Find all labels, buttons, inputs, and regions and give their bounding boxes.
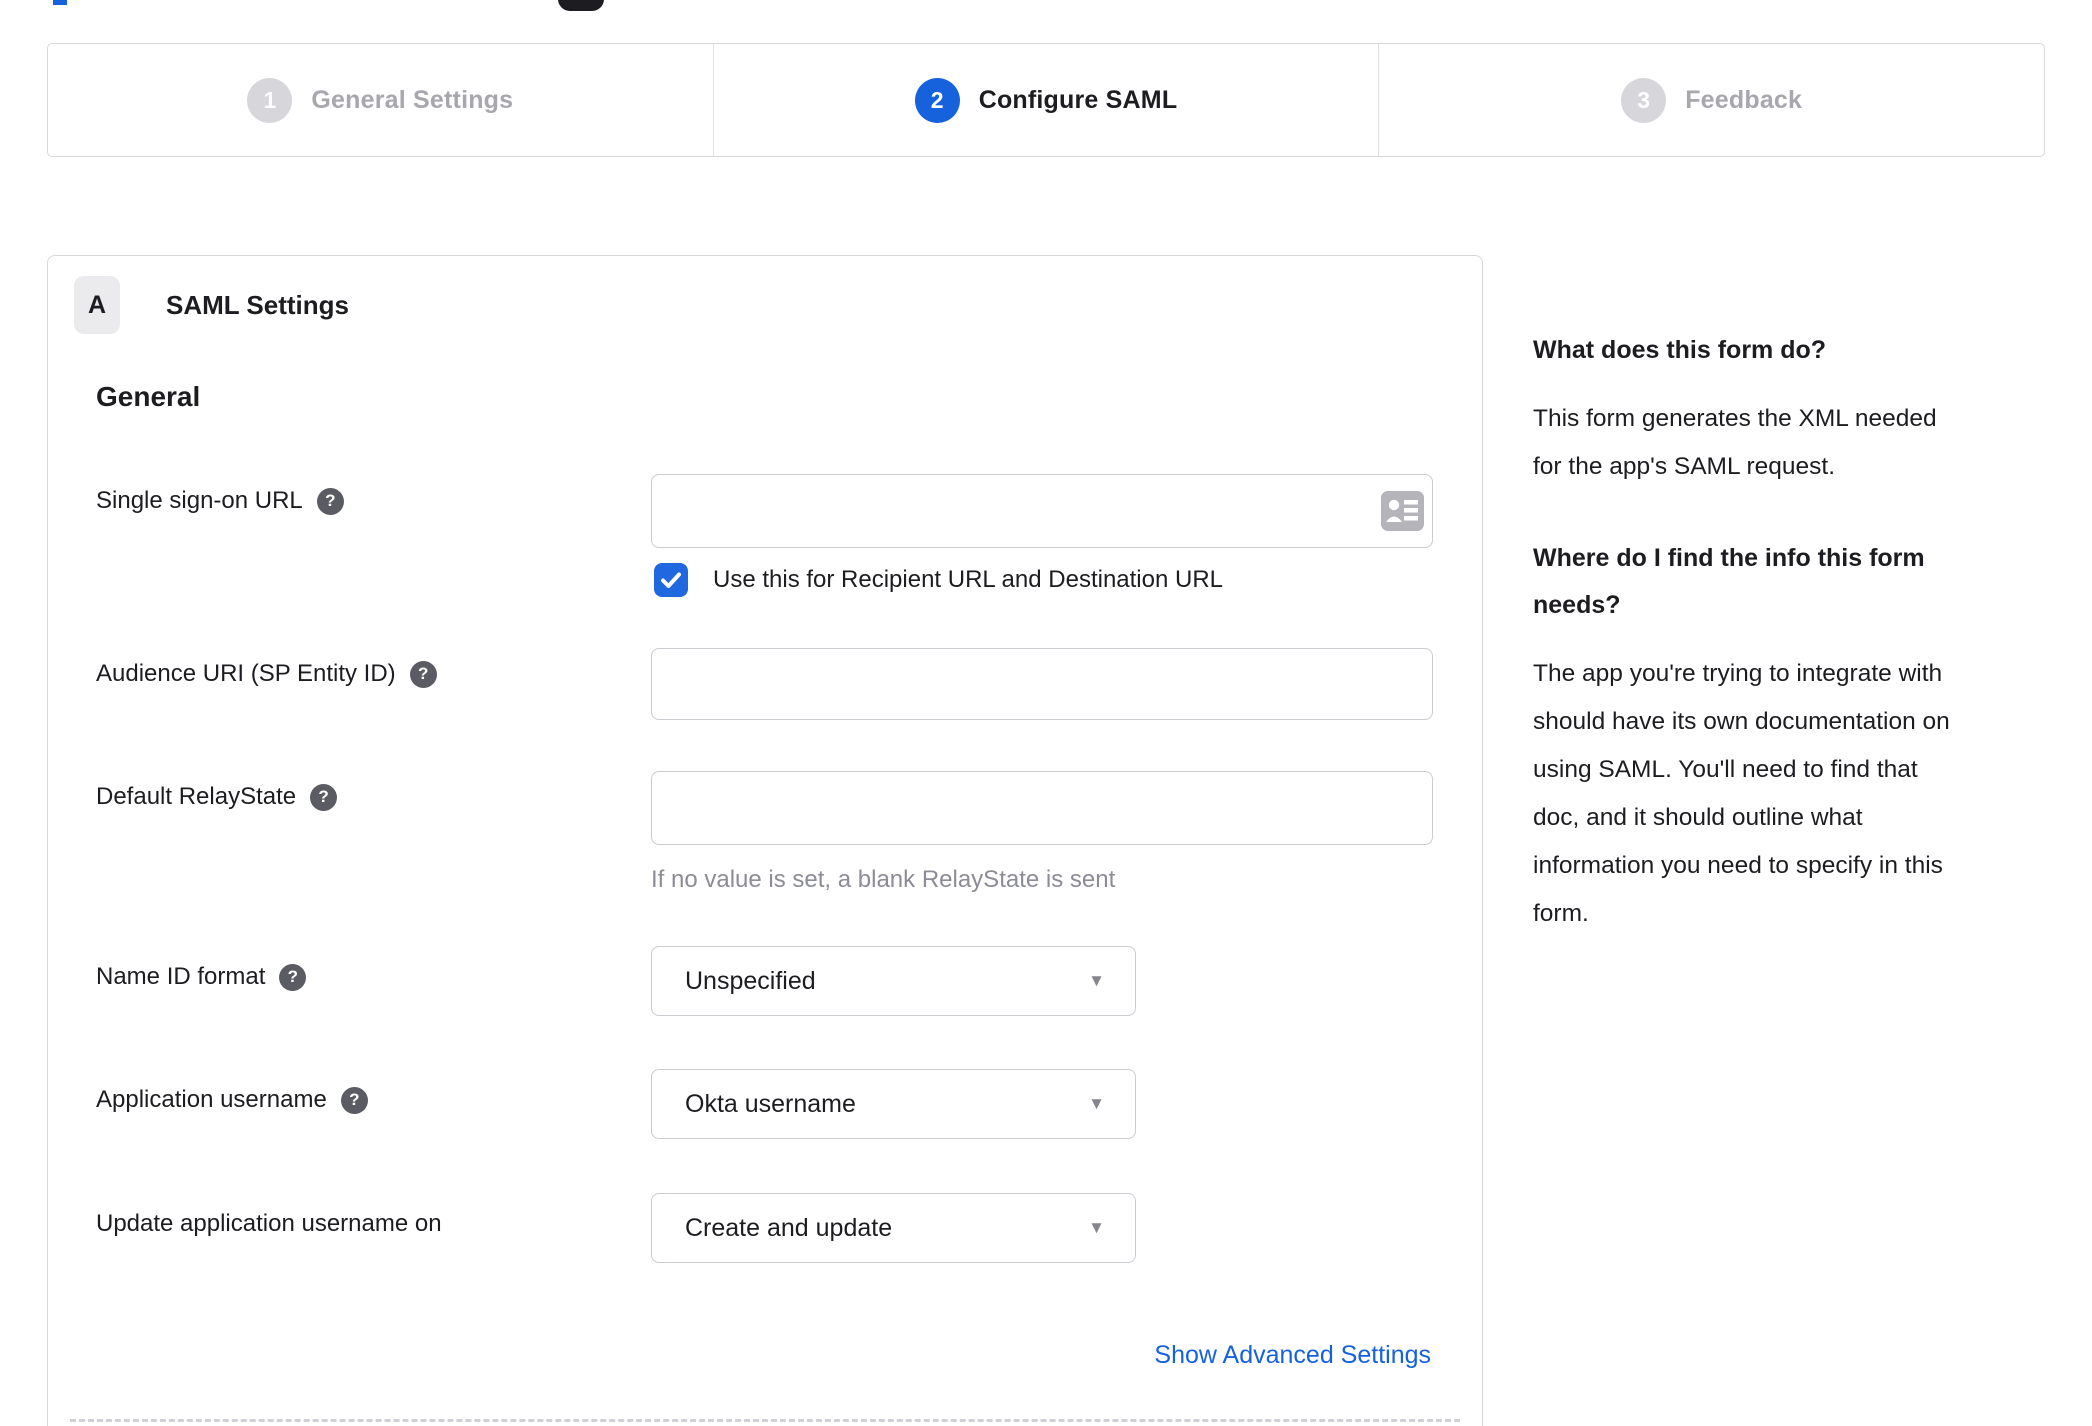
- application-username-select[interactable]: Okta username ▼: [651, 1069, 1136, 1139]
- contact-card-icon[interactable]: [1381, 491, 1424, 531]
- sso-url-label: Single sign-on URL ?: [96, 487, 344, 515]
- page-title-fragment-dark: [558, 0, 604, 11]
- help-icon[interactable]: ?: [340, 1086, 368, 1114]
- recipient-url-checkbox-label: Use this for Recipient URL and Destinati…: [713, 566, 1224, 593]
- step-3-label: Feedback: [1685, 85, 1803, 114]
- help-sidebar: What does this form do? This form genera…: [1533, 327, 2021, 938]
- step-1-badge: 1: [247, 77, 293, 123]
- help-heading-where: Where do I find the info this form needs…: [1533, 544, 1925, 619]
- update-app-username-value: Create and update: [685, 1213, 893, 1242]
- section-a-badge: A: [74, 276, 120, 334]
- help-paragraph-where: The app you're trying to integrate with …: [1533, 660, 1950, 927]
- saml-settings-panel: A SAML Settings General Single sign-on U…: [47, 255, 1483, 1426]
- audience-uri-label: Audience URI (SP Entity ID) ?: [96, 660, 437, 688]
- relaystate-helper-text: If no value is set, a blank RelayState i…: [651, 866, 1116, 893]
- step-general-settings: 1 General Settings: [48, 44, 713, 156]
- name-id-format-label: Name ID format ?: [96, 963, 307, 991]
- recipient-url-checkbox-row: Use this for Recipient URL and Destinati…: [654, 563, 1223, 597]
- update-app-username-select[interactable]: Create and update ▼: [651, 1193, 1136, 1263]
- wizard-stepper: 1 General Settings 2 Configure SAML 3 Fe…: [47, 43, 2045, 157]
- chevron-down-icon: ▼: [1088, 1218, 1105, 1237]
- help-icon[interactable]: ?: [316, 487, 344, 515]
- audience-uri-label-text: Audience URI (SP Entity ID): [96, 660, 396, 687]
- name-id-format-value: Unspecified: [685, 966, 816, 995]
- page-title-fragment-blue: [53, 0, 67, 5]
- application-username-label: Application username ?: [96, 1086, 368, 1114]
- section-divider: [70, 1419, 1460, 1422]
- step-configure-saml: 2 Configure SAML: [712, 44, 1379, 156]
- configure-saml-page: 1 General Settings 2 Configure SAML 3 Fe…: [0, 0, 2092, 1426]
- update-app-username-label-text: Update application username on: [96, 1210, 442, 1237]
- default-relaystate-label: Default RelayState ?: [96, 783, 338, 811]
- sso-url-label-text: Single sign-on URL: [96, 487, 303, 514]
- checkmark-icon: [661, 572, 681, 588]
- step-2-badge: 2: [914, 77, 960, 123]
- default-relaystate-label-text: Default RelayState: [96, 783, 297, 810]
- sso-url-input-wrap: [651, 474, 1433, 548]
- update-app-username-label: Update application username on: [96, 1210, 442, 1238]
- step-3-badge: 3: [1621, 77, 1667, 123]
- step-2-label: Configure SAML: [978, 85, 1178, 114]
- general-group-title: General: [96, 381, 201, 412]
- chevron-down-icon: ▼: [1088, 971, 1105, 990]
- recipient-url-checkbox[interactable]: [654, 563, 688, 597]
- help-icon[interactable]: ?: [279, 963, 307, 991]
- help-icon[interactable]: ?: [409, 660, 437, 688]
- help-paragraph-what: This form generates the XML needed for t…: [1533, 405, 1937, 480]
- name-id-format-label-text: Name ID format: [96, 963, 266, 990]
- help-icon[interactable]: ?: [310, 783, 338, 811]
- section-title: SAML Settings: [166, 290, 349, 320]
- application-username-label-text: Application username: [96, 1086, 327, 1113]
- name-id-format-select[interactable]: Unspecified ▼: [651, 946, 1136, 1016]
- audience-uri-input[interactable]: [651, 648, 1433, 720]
- step-1-label: General Settings: [311, 85, 514, 114]
- help-heading-what: What does this form do?: [1533, 336, 1827, 364]
- application-username-value: Okta username: [685, 1089, 856, 1118]
- chevron-down-icon: ▼: [1088, 1094, 1105, 1113]
- sso-url-input[interactable]: [651, 474, 1433, 548]
- default-relaystate-input[interactable]: [651, 771, 1433, 845]
- show-advanced-settings-link[interactable]: Show Advanced Settings: [1154, 1341, 1431, 1370]
- step-feedback: 3 Feedback: [1378, 44, 2044, 156]
